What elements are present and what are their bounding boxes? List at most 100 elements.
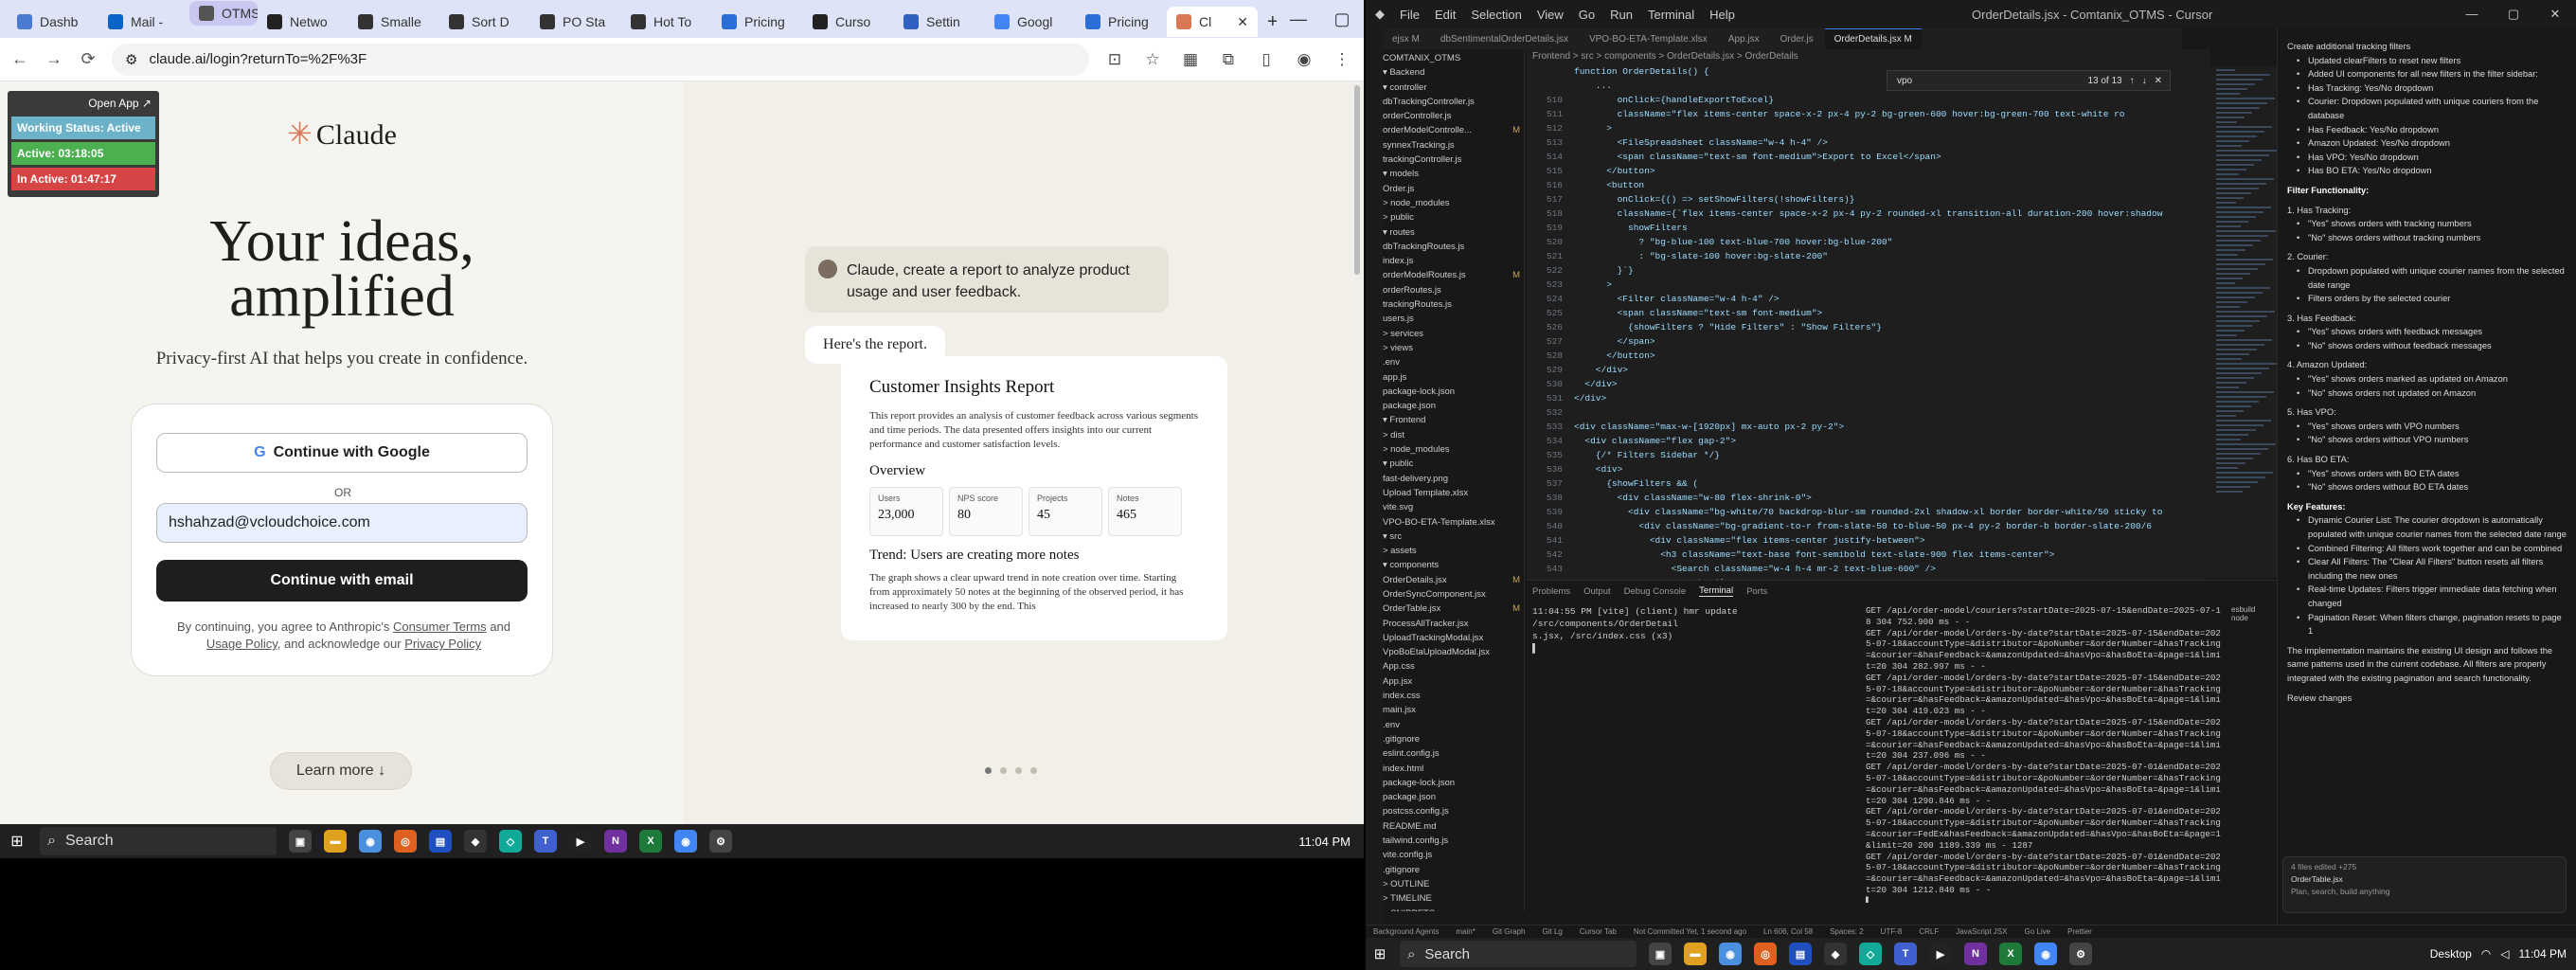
explorer-item[interactable]: synnexTracking.js <box>1383 138 1524 153</box>
maximize-button[interactable]: ▢ <box>1320 9 1364 29</box>
url-field[interactable]: ⚙ claude.ai/login?returnTo=%2F%3F <box>112 43 1089 76</box>
explorer-item[interactable]: COMTANIX_OTMS <box>1383 51 1524 65</box>
explorer-item[interactable]: dbTrackingController.js <box>1383 95 1524 109</box>
onenote-icon[interactable]: N <box>1964 943 1987 965</box>
editor-tab[interactable]: Order.js <box>1771 28 1823 49</box>
explorer-item[interactable]: dbTrackingRoutes.js <box>1383 240 1524 254</box>
explorer-item[interactable]: Upload Template.xlsx <box>1383 486 1524 500</box>
profile-icon[interactable]: ◉ <box>1292 50 1316 69</box>
find-widget[interactable]: vpo 13 of 13 ↑ ↓ ✕ <box>1887 70 2171 91</box>
explorer-item[interactable]: tailwind.config.js <box>1383 834 1524 848</box>
menu-item[interactable]: Terminal <box>1648 8 1694 22</box>
terminal-icon[interactable]: ▶ <box>569 830 592 853</box>
explorer-item[interactable]: package.json <box>1383 790 1524 804</box>
file-explorer-icon[interactable]: ▬ <box>324 830 347 853</box>
explorer-item[interactable]: vite.config.js <box>1383 848 1524 862</box>
explorer-item[interactable]: ▾ Frontend <box>1383 413 1524 427</box>
teams-icon[interactable]: T <box>534 830 557 853</box>
browser-tab[interactable]: Netwo <box>258 7 349 37</box>
explorer-item[interactable]: > node_modules <box>1383 442 1524 457</box>
menu-item[interactable]: Run <box>1610 8 1633 22</box>
menu-item[interactable]: Selection <box>1471 8 1521 22</box>
carousel-dot[interactable] <box>1015 767 1022 774</box>
volume-icon[interactable]: ◁ <box>2500 947 2509 961</box>
explorer-item[interactable]: App.jsx <box>1383 674 1524 689</box>
browser-tab[interactable]: Hot To <box>621 7 712 37</box>
back-icon[interactable]: ← <box>9 49 30 69</box>
chat-context-file[interactable]: OrderTable.jsx <box>2291 874 2558 884</box>
files-edited[interactable]: 4 files edited +275 <box>2291 862 2558 871</box>
browser-tab[interactable]: Cl ✕ <box>1167 7 1258 37</box>
menu-item[interactable]: Go <box>1579 8 1595 22</box>
browser-tab[interactable]: Pricing <box>1076 7 1167 37</box>
site-info-icon[interactable]: ⚙ <box>125 51 137 68</box>
panel-tab[interactable]: Debug Console <box>1624 586 1687 597</box>
explorer-item[interactable]: ▾ Backend <box>1383 65 1524 80</box>
learn-more-button[interactable]: Learn more ↓ <box>270 752 412 790</box>
explorer-item[interactable]: orderRoutes.js <box>1383 283 1524 297</box>
explorer-item[interactable]: users.js <box>1383 312 1524 326</box>
editor-tab[interactable]: OrderDetails.jsx M <box>1824 28 1922 49</box>
open-app-link[interactable]: Open App ↗ <box>11 95 155 114</box>
chat-input-placeholder[interactable]: Plan, search, build anything <box>2291 887 2558 896</box>
explorer-item[interactable]: OrderSyncComponent.jsx <box>1383 587 1524 602</box>
settings-icon[interactable]: ⚙ <box>2069 943 2092 965</box>
explorer-item[interactable]: main.jsx <box>1383 703 1524 717</box>
status-item[interactable]: Git Lg <box>1543 927 1563 936</box>
page-scrollbar[interactable] <box>1351 81 1364 824</box>
explorer-item[interactable]: > public <box>1383 210 1524 225</box>
menu-kebab-icon[interactable]: ⋮ <box>1330 50 1354 69</box>
find-close-icon[interactable]: ✕ <box>2155 74 2162 88</box>
windows-start-icon[interactable]: ⊞ <box>0 832 34 851</box>
explorer-item[interactable]: eslint.config.js <box>1383 746 1524 761</box>
terminal-vite[interactable]: 11:04:55 PM [vite] (client) hmr update /… <box>1532 605 1854 655</box>
cursor-app-icon[interactable]: ◆ <box>464 830 487 853</box>
explorer-item[interactable]: Order.js <box>1383 182 1524 196</box>
menu-item[interactable]: Help <box>1709 8 1735 22</box>
maximize-icon[interactable]: ▢ <box>2493 7 2534 22</box>
app-icon[interactable]: ▤ <box>429 830 452 853</box>
explorer-item[interactable]: README.md <box>1383 819 1524 834</box>
explorer-item[interactable]: VpoBoEtaUploadModal.jsx <box>1383 645 1524 659</box>
status-item[interactable]: Prettier <box>2067 927 2092 936</box>
carousel-dot[interactable] <box>985 767 992 774</box>
chrome-2-icon[interactable]: ◉ <box>2034 943 2057 965</box>
browser-tab[interactable]: Smalle <box>349 7 439 37</box>
explorer-item[interactable]: trackingController.js <box>1383 153 1524 167</box>
app-icon[interactable]: ▤ <box>1789 943 1812 965</box>
taskbar-search[interactable]: ⌕ Search <box>1400 941 1637 967</box>
explorer-item[interactable]: > dist <box>1383 428 1524 442</box>
chrome-icon[interactable]: ◉ <box>359 830 382 853</box>
status-item[interactable]: UTF-8 <box>1881 927 1903 936</box>
status-item[interactable]: Git Graph <box>1493 927 1526 936</box>
teams-icon[interactable]: T <box>1894 943 1917 965</box>
google-login-button[interactable]: G Continue with Google <box>156 433 528 473</box>
chat-input-box[interactable]: 4 files edited +275 OrderTable.jsx Plan,… <box>2282 856 2567 913</box>
terminal-list-item[interactable]: esbuild <box>2231 605 2275 614</box>
status-item[interactable]: Cursor Tab <box>1580 927 1617 936</box>
explorer-item[interactable]: > SNIPPETS <box>1383 907 1524 911</box>
explorer-item[interactable]: > OUTLINE <box>1383 877 1524 891</box>
email-field[interactable]: hshahzad@vcloudchoice.com <box>156 503 528 543</box>
explorer-item[interactable]: ▾ models <box>1383 167 1524 181</box>
browser-tab[interactable]: PO Sta <box>530 7 621 37</box>
explorer-item[interactable]: App.css <box>1383 659 1524 674</box>
explorer-item[interactable]: > views <box>1383 341 1524 355</box>
explorer-item[interactable]: VPO-BO-ETA-Template.xlsx <box>1383 515 1524 530</box>
status-item[interactable]: CRLF <box>1919 927 1939 936</box>
tab-close-icon[interactable]: ✕ <box>1237 14 1248 30</box>
browser-tab[interactable]: Curso <box>803 7 894 37</box>
browser-tab[interactable]: Mail - <box>98 7 189 37</box>
privacy-policy-link[interactable]: Privacy Policy <box>404 637 481 651</box>
taskbar-search[interactable]: ⌕ Search <box>40 827 277 855</box>
editor-tab[interactable]: dbSentimentalOrderDetails.jsx <box>1431 28 1578 49</box>
firefox-icon[interactable]: ◎ <box>1754 943 1777 965</box>
explorer-item[interactable]: ▾ components <box>1383 558 1524 572</box>
menu-item[interactable]: View <box>1537 8 1564 22</box>
explorer-item[interactable]: package-lock.json <box>1383 385 1524 399</box>
panel-tab[interactable]: Output <box>1583 586 1611 597</box>
explorer-item[interactable]: .env <box>1383 718 1524 732</box>
browser-tab[interactable]: Pricing <box>712 7 803 37</box>
explorer-item[interactable]: .env <box>1383 355 1524 369</box>
terminal-icon[interactable]: ▶ <box>1929 943 1952 965</box>
